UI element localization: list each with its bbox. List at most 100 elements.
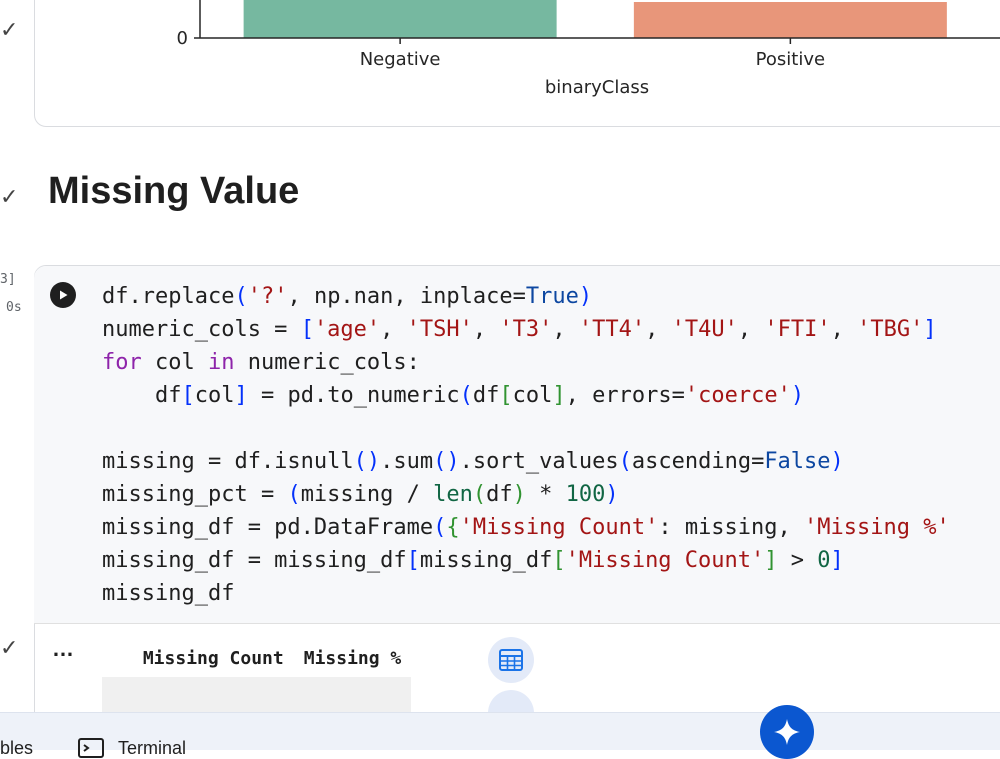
code-token: ] [923, 317, 937, 342]
x-tick-label: Positive [756, 49, 825, 70]
run-cell-button[interactable] [50, 282, 76, 308]
table-header-missing-pct: Missing % [303, 648, 402, 669]
code-line[interactable]: for col in numeric_cols: [102, 346, 950, 379]
dataframe-table: Missing Count Missing % [102, 640, 412, 714]
code-token: : missing, [658, 515, 805, 540]
code-line[interactable]: df[col] = pd.to_numeric(df[col], errors=… [102, 379, 950, 412]
code-line[interactable]: numeric_cols = ['age', 'TSH', 'T3', 'TT4… [102, 313, 950, 346]
execution-count: 3] [0, 272, 16, 287]
table-header-missing-count: Missing Count [142, 648, 284, 669]
code-token: 'Missing Count' [565, 548, 765, 573]
code-token: ( [433, 515, 447, 540]
chevron-collapse-icon[interactable]: ✓ [0, 185, 18, 210]
x-tick-label: Negative [360, 49, 441, 70]
code-token: 0 [817, 548, 831, 573]
code-token: > [777, 548, 818, 573]
code-token: missing_df = missing_df [102, 548, 407, 573]
variables-tab[interactable]: bles [0, 738, 33, 759]
code-token: col [194, 383, 235, 408]
code-line[interactable]: missing_df = pd.DataFrame({'Missing Coun… [102, 511, 950, 544]
code-token: 'coerce' [684, 383, 791, 408]
code-token: missing_pct = [102, 482, 288, 507]
output-menu-button[interactable]: … [52, 636, 75, 662]
code-token: ) [512, 482, 526, 507]
code-token: ( [459, 383, 473, 408]
code-token: in [207, 350, 235, 375]
bar-group [243, 0, 947, 38]
code-token: col [141, 350, 208, 375]
bar-positive [633, 2, 947, 38]
code-token: len [433, 482, 473, 507]
code-token: ) [790, 383, 805, 408]
code-token: ( [472, 482, 487, 507]
code-token: ) [830, 449, 844, 474]
code-token: , [737, 317, 765, 342]
code-token: ( [618, 449, 632, 474]
table-view-button[interactable] [488, 637, 534, 683]
code-token: ) [605, 482, 619, 507]
code-token: ] [552, 383, 566, 408]
code-token: = pd.to_numeric [247, 383, 460, 408]
execution-time: 0s [6, 300, 22, 315]
code-token: for [102, 350, 142, 375]
code-token: df [102, 383, 182, 408]
code-line[interactable]: missing_pct = (missing / len(df) * 100) [102, 478, 950, 511]
code-token: ] [830, 548, 844, 573]
code-token: True [525, 284, 579, 309]
code-token: [ [499, 383, 513, 408]
bar-negative [243, 0, 557, 38]
sparkle-icon [774, 719, 800, 745]
code-block[interactable]: df.replace('?', np.nan, inplace=True) num… [102, 280, 950, 610]
code-token: missing / [300, 482, 434, 507]
code-token: [ [406, 548, 420, 573]
code-token: col [512, 383, 553, 408]
table-cell [293, 677, 412, 714]
code-line[interactable]: missing_df [102, 577, 950, 610]
code-token: 'T4U' [671, 317, 738, 342]
code-token: [ [552, 548, 566, 573]
code-token: 'Missing Count' [459, 515, 659, 540]
table-icon [499, 649, 523, 671]
code-line[interactable]: missing_df = missing_df[missing_df['Miss… [102, 544, 950, 577]
table-header-row: Missing Count Missing % [102, 640, 411, 677]
chevron-collapse-icon[interactable]: ✓ [0, 636, 18, 661]
code-token: 'FTI' [764, 317, 831, 342]
code-token: * [525, 482, 566, 507]
code-token: , [472, 317, 500, 342]
code-token: ] [234, 383, 248, 408]
code-token: , [830, 317, 858, 342]
code-token: { [446, 515, 460, 540]
code-token: , np.nan, inplace= [287, 284, 526, 309]
code-token: numeric_cols: [234, 350, 420, 375]
code-token: numeric_cols = [102, 317, 301, 342]
code-token: .sum [380, 449, 434, 474]
chevron-collapse-icon[interactable]: ✓ [0, 18, 18, 43]
code-token: 'TT4' [578, 317, 646, 342]
code-token: () [433, 449, 460, 474]
code-token: , [645, 317, 672, 342]
code-token: ( [287, 482, 301, 507]
gemini-button[interactable] [760, 705, 814, 759]
code-token: ( [234, 284, 248, 309]
x-tick-group: Negative Positive [360, 38, 825, 70]
code-token: False [764, 449, 831, 474]
code-token: 'age' [313, 317, 381, 342]
code-line[interactable]: missing = df.isnull().sum().sort_values(… [102, 445, 950, 478]
terminal-tab[interactable]: Terminal [118, 738, 186, 759]
code-token: 'TBG' [857, 317, 924, 342]
code-token: df [486, 482, 513, 507]
bar-chart: 0 Negative Positive binaryClass [177, 0, 1000, 98]
play-icon [60, 290, 68, 300]
code-token: df.replace [102, 284, 235, 309]
code-token: missing_df [102, 581, 235, 606]
terminal-icon[interactable] [78, 738, 104, 758]
code-line[interactable]: df.replace('?', np.nan, inplace=True) [102, 280, 950, 313]
code-token: () [353, 449, 381, 474]
code-token: 100 [565, 482, 606, 507]
code-token: ] [764, 548, 778, 573]
section-heading: Missing Value [48, 170, 300, 212]
code-line[interactable] [102, 412, 950, 445]
code-token: missing_df = pd.DataFrame [102, 515, 434, 540]
code-token: '?' [247, 284, 288, 309]
code-token: .sort_values [459, 449, 619, 474]
